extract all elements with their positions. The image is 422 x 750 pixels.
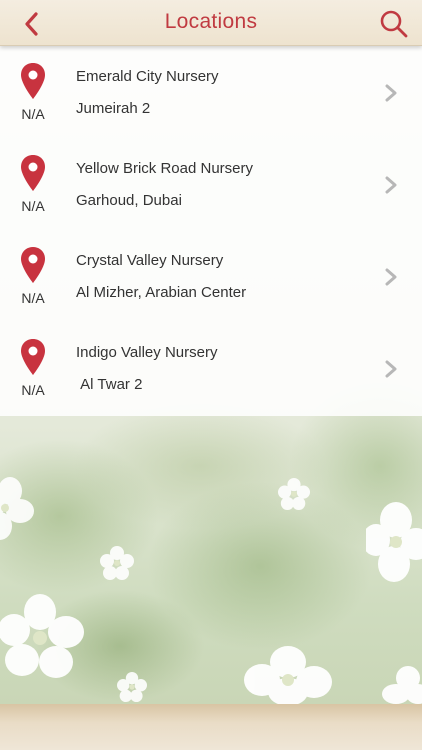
distance-label: N/A	[21, 106, 45, 122]
chevron-right-icon	[385, 360, 397, 378]
list-item[interactable]: N/A Emerald City Nursery Jumeirah 2	[0, 46, 422, 138]
chevron-right-icon	[385, 84, 397, 102]
list-item[interactable]: N/A Yellow Brick Road Nursery Garhoud, D…	[0, 138, 422, 230]
flower-decoration	[382, 666, 422, 704]
map-pin-icon	[21, 155, 45, 191]
location-name: Emerald City Nursery	[76, 68, 219, 85]
location-area: Al Mizher, Arabian Center	[76, 284, 247, 301]
flower-decoration	[0, 594, 84, 678]
locations-list: N/A Emerald City Nursery Jumeirah 2 N/A …	[0, 46, 422, 416]
map-pin-icon	[21, 63, 45, 99]
chevron-right-icon	[385, 176, 397, 194]
distance-label: N/A	[21, 198, 45, 214]
flower-decoration	[100, 546, 134, 580]
nav-bar: Locations	[0, 0, 422, 46]
sand-strip	[0, 704, 422, 750]
distance-label: N/A	[21, 290, 45, 306]
chevron-right-icon	[385, 268, 397, 286]
page-title: Locations	[164, 10, 258, 33]
location-name: Yellow Brick Road Nursery	[76, 160, 254, 177]
location-area: Al Twar 2	[76, 376, 143, 393]
list-item[interactable]: N/A Crystal Valley Nursery Al Mizher, Ar…	[0, 230, 422, 322]
location-name: Indigo Valley Nursery	[76, 344, 218, 361]
distance-label: N/A	[21, 382, 45, 398]
flower-decoration	[117, 672, 147, 702]
map-pin-icon	[21, 339, 45, 375]
list-item[interactable]: N/A Indigo Valley Nursery Al Twar 2	[0, 322, 422, 414]
flower-decoration	[0, 477, 34, 540]
location-area: Garhoud, Dubai	[76, 192, 182, 209]
search-icon[interactable]	[378, 8, 410, 40]
location-name: Crystal Valley Nursery	[76, 252, 224, 269]
flower-decoration	[244, 646, 332, 706]
map-pin-icon	[21, 247, 45, 283]
flower-decoration	[366, 502, 422, 582]
location-area: Jumeirah 2	[76, 100, 151, 117]
flower-decoration	[278, 478, 310, 510]
